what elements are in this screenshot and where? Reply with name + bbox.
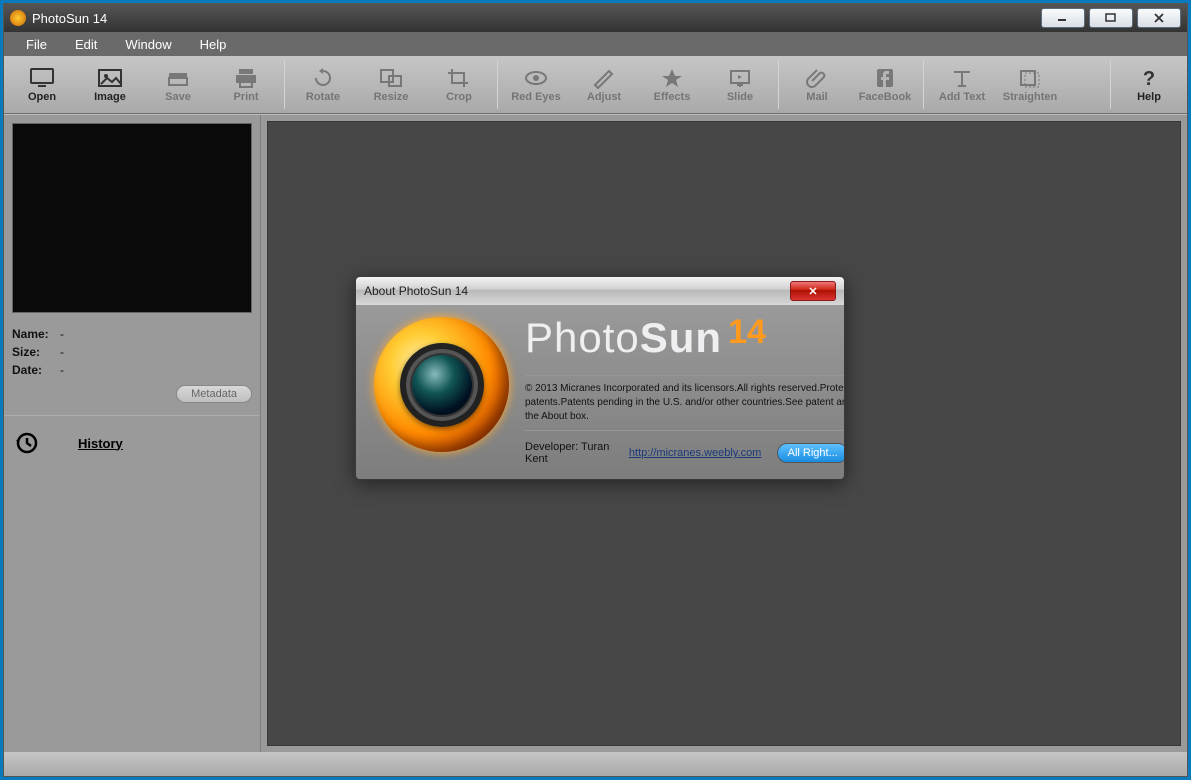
slide-button[interactable]: Slide bbox=[706, 56, 774, 113]
paperclip-icon bbox=[803, 67, 831, 89]
divider bbox=[525, 375, 845, 376]
help-button[interactable]: ?Help bbox=[1115, 56, 1183, 113]
divider bbox=[4, 415, 260, 416]
divider bbox=[525, 430, 845, 431]
window-title: PhotoSun 14 bbox=[32, 11, 107, 26]
all-right-button[interactable]: All Right... bbox=[777, 443, 845, 463]
straighten-button[interactable]: Straighten bbox=[996, 56, 1064, 113]
menu-window[interactable]: Window bbox=[111, 32, 185, 56]
resize-icon bbox=[377, 67, 405, 89]
history-link[interactable]: History bbox=[78, 436, 123, 451]
adjust-button[interactable]: Adjust bbox=[570, 56, 638, 113]
status-bar bbox=[4, 752, 1187, 776]
crop-icon bbox=[445, 67, 473, 89]
monitor-icon bbox=[28, 67, 56, 89]
image-button[interactable]: Image bbox=[76, 56, 144, 113]
separator bbox=[284, 60, 285, 109]
rotate-icon bbox=[309, 67, 337, 89]
sidebar: Name:- Size:- Date:- Metadata History bbox=[4, 115, 261, 752]
redeyes-button[interactable]: Red Eyes bbox=[502, 56, 570, 113]
rotate-button[interactable]: Rotate bbox=[289, 56, 357, 113]
menu-help[interactable]: Help bbox=[186, 32, 241, 56]
app-icon bbox=[10, 10, 26, 26]
date-label: Date: bbox=[12, 363, 60, 377]
separator bbox=[923, 60, 924, 109]
menu-file[interactable]: File bbox=[12, 32, 61, 56]
close-button[interactable] bbox=[1137, 8, 1181, 28]
size-label: Size: bbox=[12, 345, 60, 359]
lens-icon bbox=[400, 343, 484, 427]
toolbar: Open Image Save Print Rotate Resize Crop… bbox=[4, 56, 1187, 114]
addtext-button[interactable]: Add Text bbox=[928, 56, 996, 113]
separator bbox=[497, 60, 498, 109]
metadata-panel: Name:- Size:- Date:- Metadata bbox=[12, 323, 252, 403]
titlebar[interactable]: PhotoSun 14 bbox=[4, 4, 1187, 32]
crop-button[interactable]: Crop bbox=[425, 56, 493, 113]
facebook-icon bbox=[871, 67, 899, 89]
app-logo bbox=[374, 317, 509, 452]
size-value: - bbox=[60, 345, 64, 359]
print-button[interactable]: Print bbox=[212, 56, 280, 113]
dialog-title: About PhotoSun 14 bbox=[364, 284, 468, 298]
mail-button[interactable]: Mail bbox=[783, 56, 851, 113]
developer-label: Developer: Turan Kent bbox=[525, 441, 613, 465]
website-link[interactable]: http://micranes.weebly.com bbox=[629, 447, 761, 459]
save-icon bbox=[164, 67, 192, 89]
straighten-icon bbox=[1016, 67, 1044, 89]
history-section: History bbox=[12, 428, 252, 458]
about-dialog: About PhotoSun 14 ✕ PhotoSun 14 v.2.0.0.… bbox=[355, 276, 845, 480]
dialog-titlebar[interactable]: About PhotoSun 14 ✕ bbox=[356, 277, 844, 305]
resize-button[interactable]: Resize bbox=[357, 56, 425, 113]
history-icon bbox=[16, 432, 38, 454]
facebook-button[interactable]: FaceBook bbox=[851, 56, 919, 113]
menubar: File Edit Window Help bbox=[4, 32, 1187, 56]
effects-button[interactable]: Effects bbox=[638, 56, 706, 113]
legal-text: © 2013 Micranes Incorporated and its lic… bbox=[525, 382, 845, 424]
brand-number: 14 bbox=[728, 315, 766, 349]
separator bbox=[1110, 60, 1111, 109]
minimize-button[interactable] bbox=[1041, 8, 1085, 28]
pencil-icon bbox=[590, 67, 618, 89]
menu-edit[interactable]: Edit bbox=[61, 32, 111, 56]
slide-icon bbox=[726, 67, 754, 89]
separator bbox=[778, 60, 779, 109]
star-icon bbox=[658, 67, 686, 89]
name-label: Name: bbox=[12, 327, 60, 341]
open-button[interactable]: Open bbox=[8, 56, 76, 113]
metadata-button[interactable]: Metadata bbox=[176, 385, 252, 403]
maximize-button[interactable] bbox=[1089, 8, 1133, 28]
preview-thumbnail bbox=[12, 123, 252, 313]
question-icon: ? bbox=[1135, 67, 1163, 89]
eye-icon bbox=[522, 67, 550, 89]
date-value: - bbox=[60, 363, 64, 377]
image-icon bbox=[96, 67, 124, 89]
brand: PhotoSun 14 bbox=[525, 317, 845, 359]
print-icon bbox=[232, 67, 260, 89]
dialog-close-button[interactable]: ✕ bbox=[790, 281, 836, 301]
name-value: - bbox=[60, 327, 64, 341]
svg-text:?: ? bbox=[1143, 68, 1155, 89]
text-icon bbox=[948, 67, 976, 89]
save-button[interactable]: Save bbox=[144, 56, 212, 113]
